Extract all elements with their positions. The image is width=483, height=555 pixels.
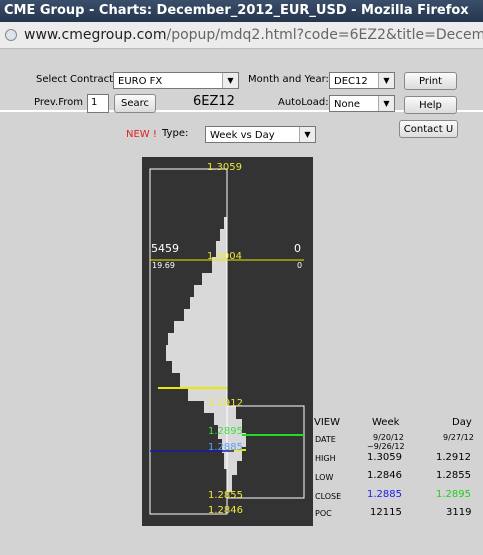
- day-column-header: Day: [452, 417, 472, 428]
- autoload-select[interactable]: None ▼: [329, 95, 395, 112]
- poc-week-value: 12115: [370, 507, 402, 518]
- date-week-start: 9/20/12: [373, 433, 404, 442]
- chevron-down-icon: ▼: [299, 127, 315, 142]
- volume-right-small: 0: [297, 261, 303, 270]
- autoload-value: None: [334, 99, 361, 110]
- week-column-header: Week: [372, 417, 400, 428]
- help-button[interactable]: Help: [404, 96, 457, 114]
- high-label: HIGH: [315, 454, 336, 463]
- month-value: DEC12: [334, 76, 368, 87]
- url-bar[interactable]: www.cmegroup.com/popup/mdq2.html?code=6E…: [0, 22, 483, 49]
- volume-left-small: 19.69: [152, 261, 175, 270]
- date-label: DATE: [315, 435, 336, 444]
- market-profile-chart: 1.3059 1.3004 5459 19.69 0 0 1.2912 1.28…: [142, 157, 313, 526]
- contact-button[interactable]: Contact U: [399, 120, 458, 138]
- prev-from-label: Prev.From :: [34, 97, 90, 108]
- volume-left-big: 5459: [151, 242, 179, 255]
- low-label: LOW: [315, 473, 334, 482]
- url-text[interactable]: www.cmegroup.com/popup/mdq2.html?code=6E…: [24, 22, 483, 48]
- chevron-down-icon: ▼: [378, 96, 394, 111]
- price-bottom-label: 1.2846: [208, 505, 243, 516]
- close-day-value: 1.2895: [436, 489, 471, 500]
- globe-icon: [5, 29, 17, 41]
- date-day: 9/27/12: [443, 433, 474, 442]
- month-label: Month and Year:: [248, 74, 329, 85]
- print-button[interactable]: Print: [404, 72, 457, 90]
- price-day-high-label: 1.2912: [208, 398, 243, 409]
- new-badge: NEW !: [126, 129, 157, 140]
- close-label: CLOSE: [315, 492, 342, 501]
- autoload-label: AutoLoad:: [278, 97, 329, 108]
- type-label: Type:: [162, 128, 189, 139]
- profile-svg: [149, 168, 305, 515]
- close-week-value: 1.2885: [367, 489, 402, 500]
- view-label: VIEW: [314, 417, 340, 428]
- low-week-value: 1.2846: [367, 470, 402, 481]
- high-day-value: 1.2912: [436, 452, 471, 463]
- type-select[interactable]: Week vs Day ▼: [205, 126, 316, 143]
- chevron-down-icon: ▼: [378, 73, 394, 88]
- month-select[interactable]: DEC12 ▼: [329, 72, 395, 89]
- high-week-value: 1.3059: [367, 452, 402, 463]
- price-mid-label: 1.3004: [207, 251, 242, 262]
- price-close-day-label: 1.2895: [208, 426, 243, 437]
- date-week-end: ~9/26/12: [367, 442, 405, 451]
- low-day-value: 1.2855: [436, 470, 471, 481]
- window-title: CME Group - Charts: December_2012_EUR_US…: [4, 3, 469, 18]
- window-titlebar: CME Group - Charts: December_2012_EUR_US…: [0, 0, 483, 22]
- contract-value: EURO FX: [118, 76, 163, 87]
- price-day-low-label: 1.2855: [208, 490, 243, 501]
- type-value: Week vs Day: [210, 130, 275, 141]
- chevron-down-icon: ▼: [222, 73, 238, 88]
- poc-day-value: 3119: [446, 507, 472, 518]
- price-top-label: 1.3059: [207, 162, 242, 173]
- prev-from-input[interactable]: 1: [87, 94, 109, 113]
- contract-code: 6EZ12: [193, 94, 235, 109]
- poc-label: POC: [315, 509, 332, 518]
- volume-right-big: 0: [294, 242, 301, 255]
- search-button[interactable]: Searc: [114, 94, 156, 113]
- url-domain: www.cmegroup.com: [24, 27, 167, 43]
- url-path: /popup/mdq2.html?code=6EZ2&title=Decembe…: [166, 27, 483, 43]
- contract-label: Select Contract:: [36, 74, 117, 85]
- price-close-week-label: 1.2885: [208, 442, 243, 453]
- contract-select[interactable]: EURO FX ▼: [113, 72, 239, 89]
